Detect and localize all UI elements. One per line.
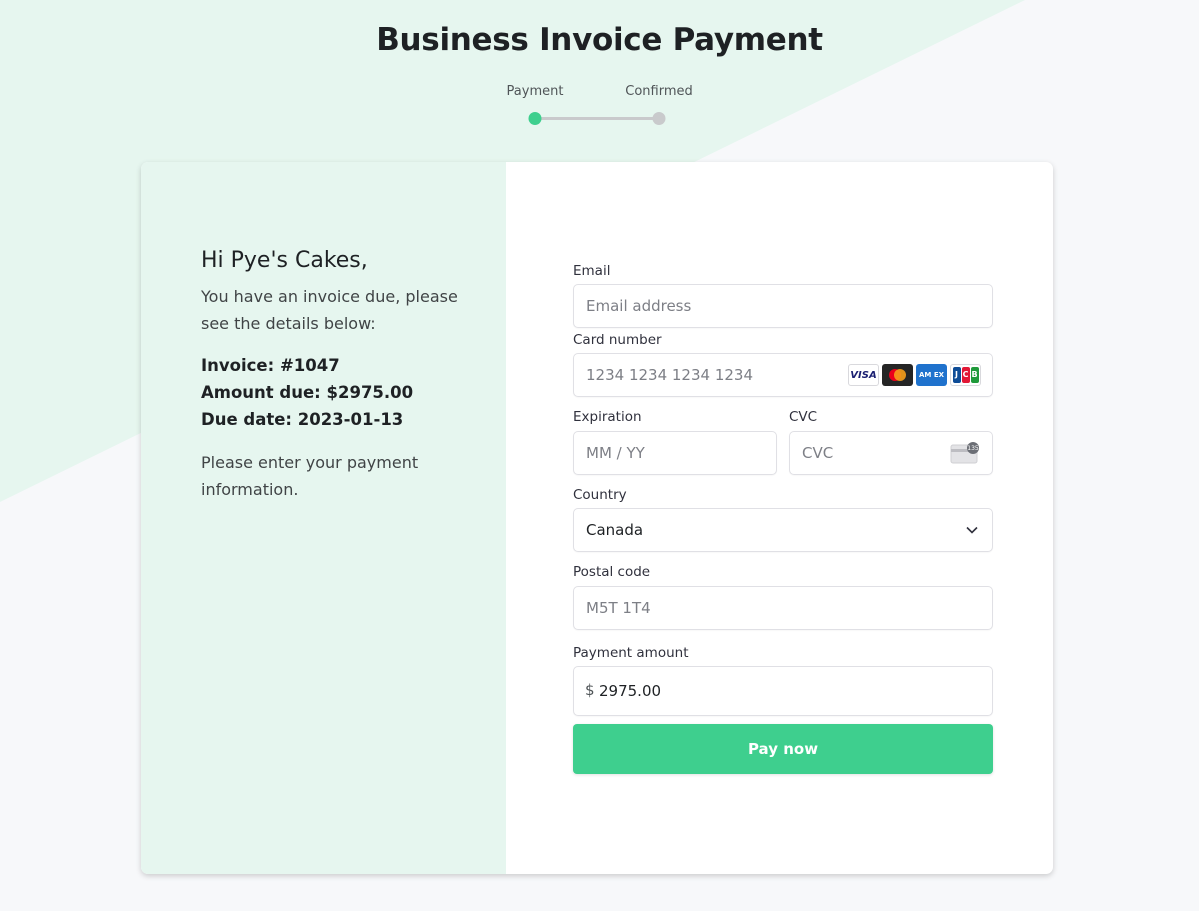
cvc-field: 135 <box>789 431 993 475</box>
email-label: Email <box>573 263 611 279</box>
invoice-summary-panel: Hi Pye's Cakes, You have an invoice due,… <box>141 162 506 874</box>
step-label-payment: Payment <box>506 84 564 99</box>
expiration-label: Expiration <box>573 409 642 425</box>
chevron-down-icon <box>966 526 978 534</box>
cvc-card-icon: 135 <box>950 442 979 464</box>
payment-form: Email Card number VISA AM EX JCB Expirat… <box>573 162 993 874</box>
invoice-intro-text: You have an invoice due, please see the … <box>201 287 458 333</box>
payment-amount-field: $ <box>573 666 993 716</box>
jcb-icon: JCB <box>950 364 981 386</box>
payment-amount-label: Payment amount <box>573 645 689 661</box>
card-brand-icons: VISA AM EX JCB <box>848 364 981 386</box>
step-dot-confirmed-inactive <box>652 112 666 125</box>
country-selected-value: Canada <box>573 508 993 552</box>
invoice-details: Invoice: #1047 Amount due: $2975.00 Due … <box>201 352 413 433</box>
payment-amount-input[interactable] <box>573 666 993 716</box>
amount-due: Amount due: $2975.00 <box>201 383 414 402</box>
svg-text:135: 135 <box>967 445 979 452</box>
pay-now-button[interactable]: Pay now <box>573 724 993 774</box>
currency-symbol: $ <box>585 681 595 699</box>
cvc-label: CVC <box>789 409 818 425</box>
country-select[interactable]: Canada <box>573 508 993 552</box>
email-input[interactable] <box>573 284 993 328</box>
mastercard-icon <box>882 364 913 386</box>
invoice-number: Invoice: #1047 <box>201 356 340 375</box>
page-title: Business Invoice Payment <box>376 22 823 58</box>
card-number-label: Card number <box>573 332 662 348</box>
progress-stepper: Payment Confirmed <box>500 84 700 128</box>
visa-icon: VISA <box>848 364 879 386</box>
step-connector-line <box>536 117 660 120</box>
payment-card: Hi Pye's Cakes, You have an invoice due,… <box>141 162 1053 874</box>
expiration-input[interactable] <box>573 431 777 475</box>
amex-icon: AM EX <box>916 364 947 386</box>
payment-instructions: Please enter your payment information. <box>201 453 419 499</box>
postal-code-input[interactable] <box>573 586 993 630</box>
customer-greeting: Hi Pye's Cakes, <box>201 248 368 273</box>
card-number-field: VISA AM EX JCB <box>573 353 993 397</box>
due-date: Due date: 2023-01-13 <box>201 410 404 429</box>
step-label-confirmed: Confirmed <box>625 84 693 99</box>
country-label: Country <box>573 487 627 503</box>
step-dot-payment-active <box>528 112 542 125</box>
postal-code-label: Postal code <box>573 564 651 580</box>
